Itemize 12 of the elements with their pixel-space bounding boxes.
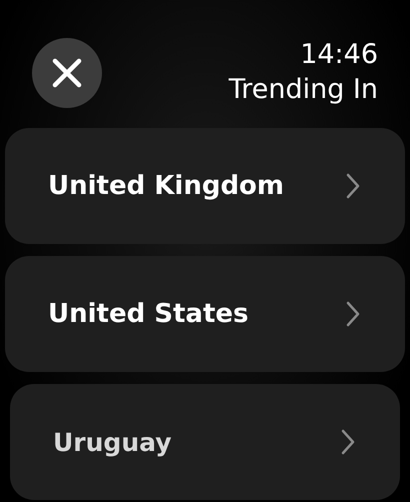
chevron-icon xyxy=(346,173,360,199)
country-row[interactable]: United States xyxy=(5,256,405,372)
chevron-icon xyxy=(346,301,360,327)
close-icon xyxy=(52,58,82,88)
time-label: 14:46 xyxy=(300,38,378,72)
screen-title: Trending In xyxy=(228,73,378,107)
chevron-icon xyxy=(341,429,355,455)
country-row[interactable]: United Kingdom xyxy=(5,128,405,244)
country-row[interactable]: Uruguay xyxy=(10,384,400,500)
country-name: United Kingdom xyxy=(48,171,284,201)
country-name: United States xyxy=(48,299,248,329)
country-name: Uruguay xyxy=(53,428,172,456)
